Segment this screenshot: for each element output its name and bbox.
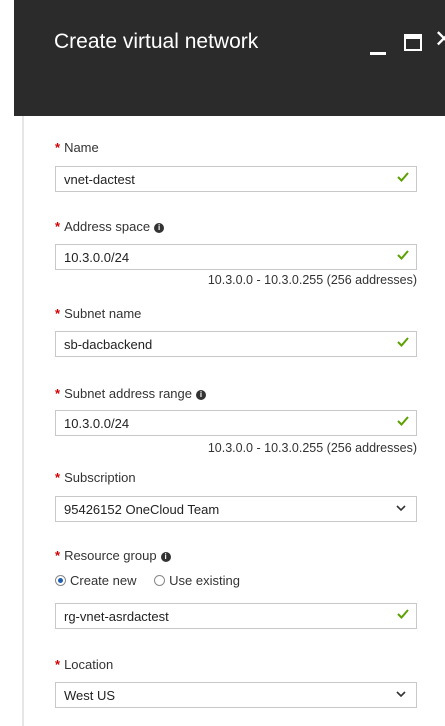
resource-group-label: * Resource group i: [55, 548, 171, 563]
subnet-range-label: * Subnet address range i: [55, 386, 206, 401]
required-marker: *: [55, 219, 61, 234]
maximize-icon[interactable]: [404, 34, 422, 51]
check-icon: [397, 609, 409, 619]
name-label: * Name: [55, 140, 99, 155]
name-label-text: Name: [64, 140, 99, 155]
radio-create-new-label: Create new: [70, 573, 137, 588]
address-space-input[interactable]: 10.3.0.0/24: [55, 244, 417, 270]
subnet-name-label-text: Subnet name: [64, 306, 142, 321]
check-icon: [397, 172, 409, 182]
location-value: West US: [64, 688, 116, 703]
location-label-text: Location: [64, 657, 114, 672]
name-input[interactable]: vnet-dactest: [55, 166, 417, 192]
required-marker: *: [55, 386, 61, 401]
resource-group-label-text: Resource group: [64, 548, 157, 563]
subnet-range-hint: 10.3.0.0 - 10.3.0.255 (256 addresses): [207, 441, 417, 455]
radio-use-existing-label: Use existing: [169, 573, 240, 588]
required-marker: *: [55, 140, 61, 155]
resource-group-input[interactable]: rg-vnet-asrdactest: [55, 603, 417, 629]
subscription-select[interactable]: 95426152 OneCloud Team: [55, 496, 417, 522]
required-marker: *: [55, 470, 61, 485]
address-space-label: * Address space i: [55, 219, 165, 234]
resource-group-options: Create new Use existing: [55, 573, 254, 588]
address-space-hint: 10.3.0.0 - 10.3.0.255 (256 addresses): [207, 273, 417, 287]
subnet-range-label-text: Subnet address range: [64, 386, 192, 401]
location-select[interactable]: West US: [55, 682, 417, 708]
check-icon: [397, 416, 409, 426]
subnet-range-input[interactable]: 10.3.0.0/24: [55, 410, 417, 436]
window-title: Create virtual network: [54, 30, 259, 53]
radio-use-existing[interactable]: Use existing: [154, 573, 240, 588]
resource-group-value: rg-vnet-asrdactest: [64, 609, 169, 624]
location-label: * Location: [55, 657, 113, 672]
address-space-label-text: Address space: [64, 219, 151, 234]
info-icon[interactable]: i: [160, 552, 171, 562]
divider: [22, 116, 24, 726]
subnet-name-label: * Subnet name: [55, 306, 141, 321]
required-marker: *: [55, 548, 61, 563]
close-icon[interactable]: ✕: [434, 28, 445, 52]
required-marker: *: [55, 306, 61, 321]
required-marker: *: [55, 657, 61, 672]
subscription-label: * Subscription: [55, 470, 136, 485]
subnet-name-input[interactable]: sb-dacbackend: [55, 331, 417, 357]
radio-button-selected[interactable]: [55, 575, 66, 586]
name-value: vnet-dactest: [64, 172, 135, 187]
subnet-range-value: 10.3.0.0/24: [64, 416, 130, 431]
subscription-value: 95426152 OneCloud Team: [64, 502, 220, 517]
info-icon[interactable]: i: [154, 223, 165, 233]
left-strip: [0, 0, 14, 726]
radio-create-new[interactable]: Create new: [55, 573, 136, 588]
minimize-icon[interactable]: [370, 52, 386, 55]
info-icon[interactable]: i: [196, 390, 206, 400]
chevron-down-icon: [396, 505, 406, 512]
subnet-name-value: sb-dacbackend: [64, 337, 153, 352]
chevron-down-icon: [396, 691, 406, 698]
subscription-label-text: Subscription: [64, 470, 136, 485]
check-icon: [397, 337, 409, 347]
radio-button[interactable]: [154, 575, 166, 586]
address-space-value: 10.3.0.0/24: [64, 250, 130, 265]
check-icon: [397, 250, 409, 260]
blade-header: Create virtual network ✕: [14, 0, 445, 116]
